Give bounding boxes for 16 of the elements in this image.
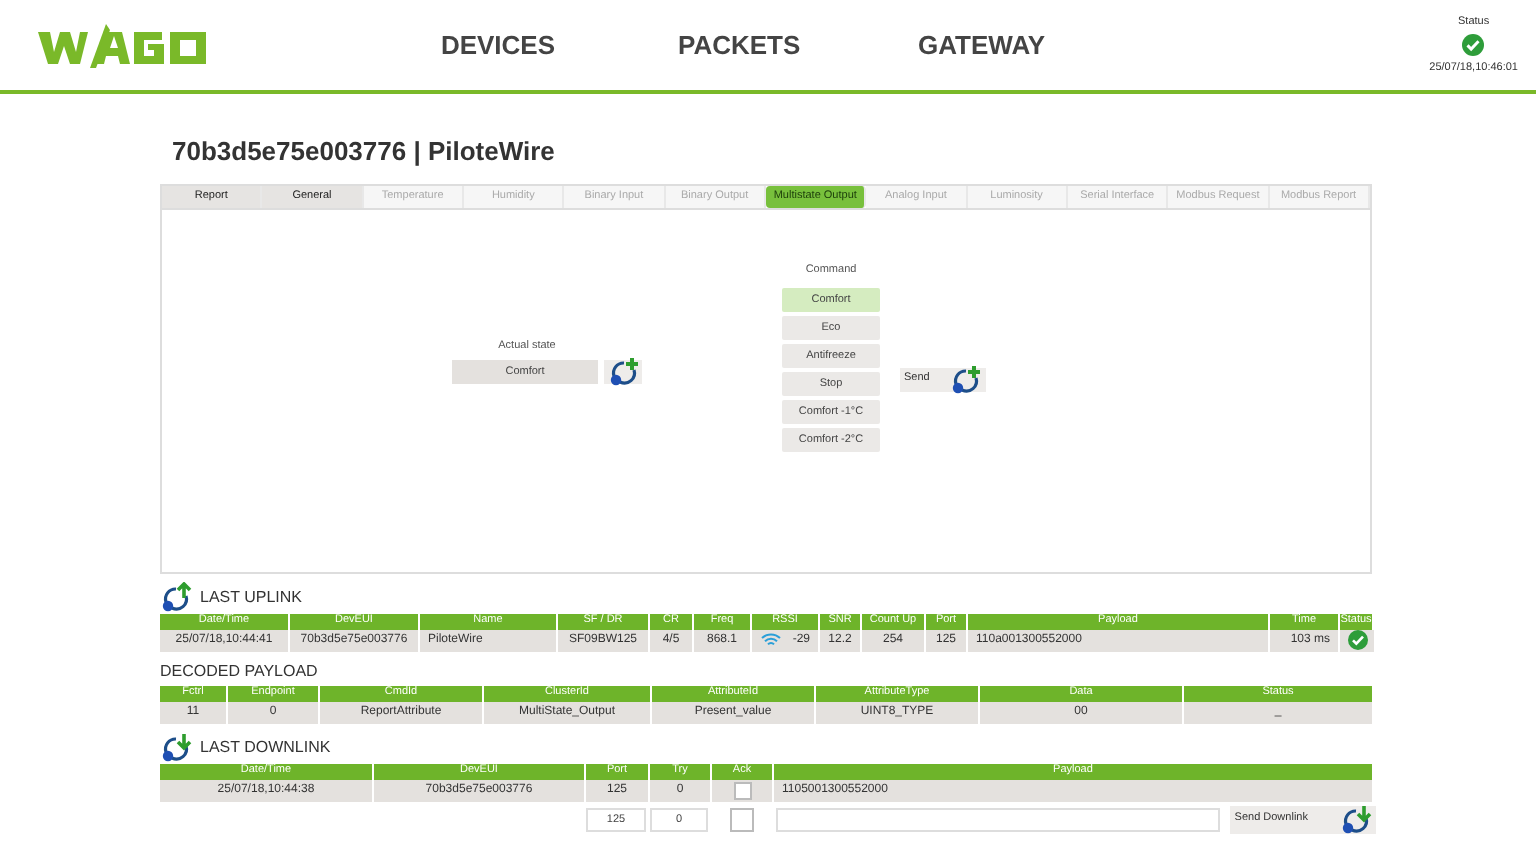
section-title: DECODED PAYLOAD xyxy=(160,659,320,683)
page-title: 70b3d5e75e003776 | PiloteWire xyxy=(172,134,557,170)
payload-field[interactable] xyxy=(776,807,1221,831)
send-icon xyxy=(950,363,982,395)
wifi-icon xyxy=(760,632,782,648)
refresh-icon xyxy=(607,355,639,388)
nav-link[interactable]: PACKETS xyxy=(678,25,798,65)
section-title: LAST UPLINK xyxy=(200,585,302,609)
download-icon xyxy=(160,731,192,763)
upload-icon xyxy=(160,581,192,613)
section-title: LAST DOWNLINK xyxy=(200,735,331,759)
checkbox[interactable] xyxy=(730,807,755,831)
nav-link[interactable]: DEVICES xyxy=(438,25,558,65)
checkbox[interactable] xyxy=(733,781,751,799)
send-icon xyxy=(1339,803,1372,835)
refresh-button[interactable] xyxy=(604,359,642,384)
